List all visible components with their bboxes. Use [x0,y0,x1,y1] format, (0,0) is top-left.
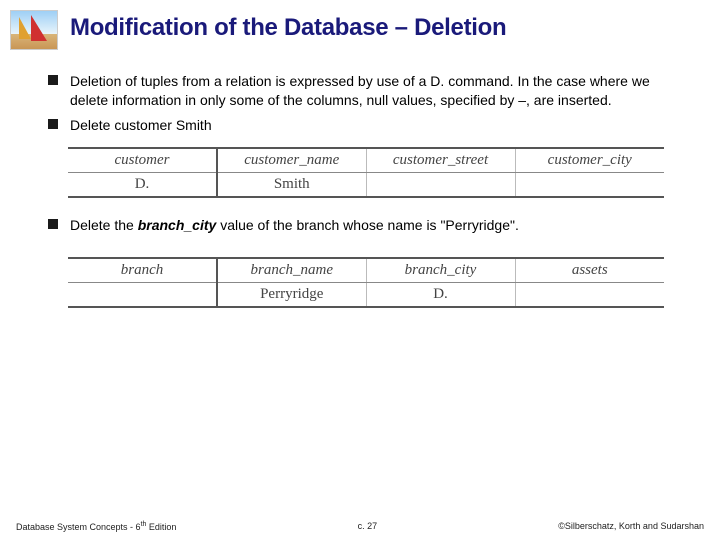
italic-term: branch_city [138,217,217,233]
table-header: branch_name [217,258,366,283]
bullet-text: Delete customer Smith [70,116,212,135]
bullet-item: Delete the branch_city value of the bran… [48,216,684,235]
table-header: assets [515,258,664,283]
slide-body: Deletion of tuples from a relation is ex… [0,50,720,308]
table-cell: Smith [217,172,366,197]
bullet-text: Delete the branch_city value of the bran… [70,216,519,235]
table-header: branch_city [366,258,515,283]
table-row: D. Smith [68,172,664,197]
table-header: customer_city [515,148,664,173]
footer-right: ©Silberschatz, Korth and Sudarshan [558,521,704,532]
qbe-table-branch: branch branch_name branch_city assets Pe… [68,257,664,308]
text: Delete the [70,217,138,233]
bullet-item: Deletion of tuples from a relation is ex… [48,72,684,110]
table-cell [515,282,664,307]
bullet-text: Deletion of tuples from a relation is ex… [70,72,684,110]
square-bullet-icon [48,75,58,85]
table-cell [366,172,515,197]
table-header: customer [68,148,217,173]
qbe-table-customer: customer customer_name customer_street c… [68,147,664,198]
table-row: Perryridge D. [68,282,664,307]
footer-center: c. 27 [358,521,378,532]
slide-title: Modification of the Database – Deletion [70,10,506,42]
sailboat-logo [10,10,58,50]
table-header: customer_name [217,148,366,173]
bullet-item: Delete customer Smith [48,116,684,135]
table-cell [515,172,664,197]
table-cell [68,282,217,307]
square-bullet-icon [48,219,58,229]
text: value of the branch whose name is "Perry… [216,217,519,233]
text: Edition [146,522,176,532]
square-bullet-icon [48,119,58,129]
slide-header: Modification of the Database – Deletion [0,0,720,50]
table-cell: D. [68,172,217,197]
text: Database System Concepts - 6 [16,522,141,532]
slide-footer: Database System Concepts - 6th Edition c… [0,521,720,532]
table-header: branch [68,258,217,283]
table-cell: D. [366,282,515,307]
table-header: customer_street [366,148,515,173]
table-cell: Perryridge [217,282,366,307]
footer-left: Database System Concepts - 6th Edition [16,521,176,532]
